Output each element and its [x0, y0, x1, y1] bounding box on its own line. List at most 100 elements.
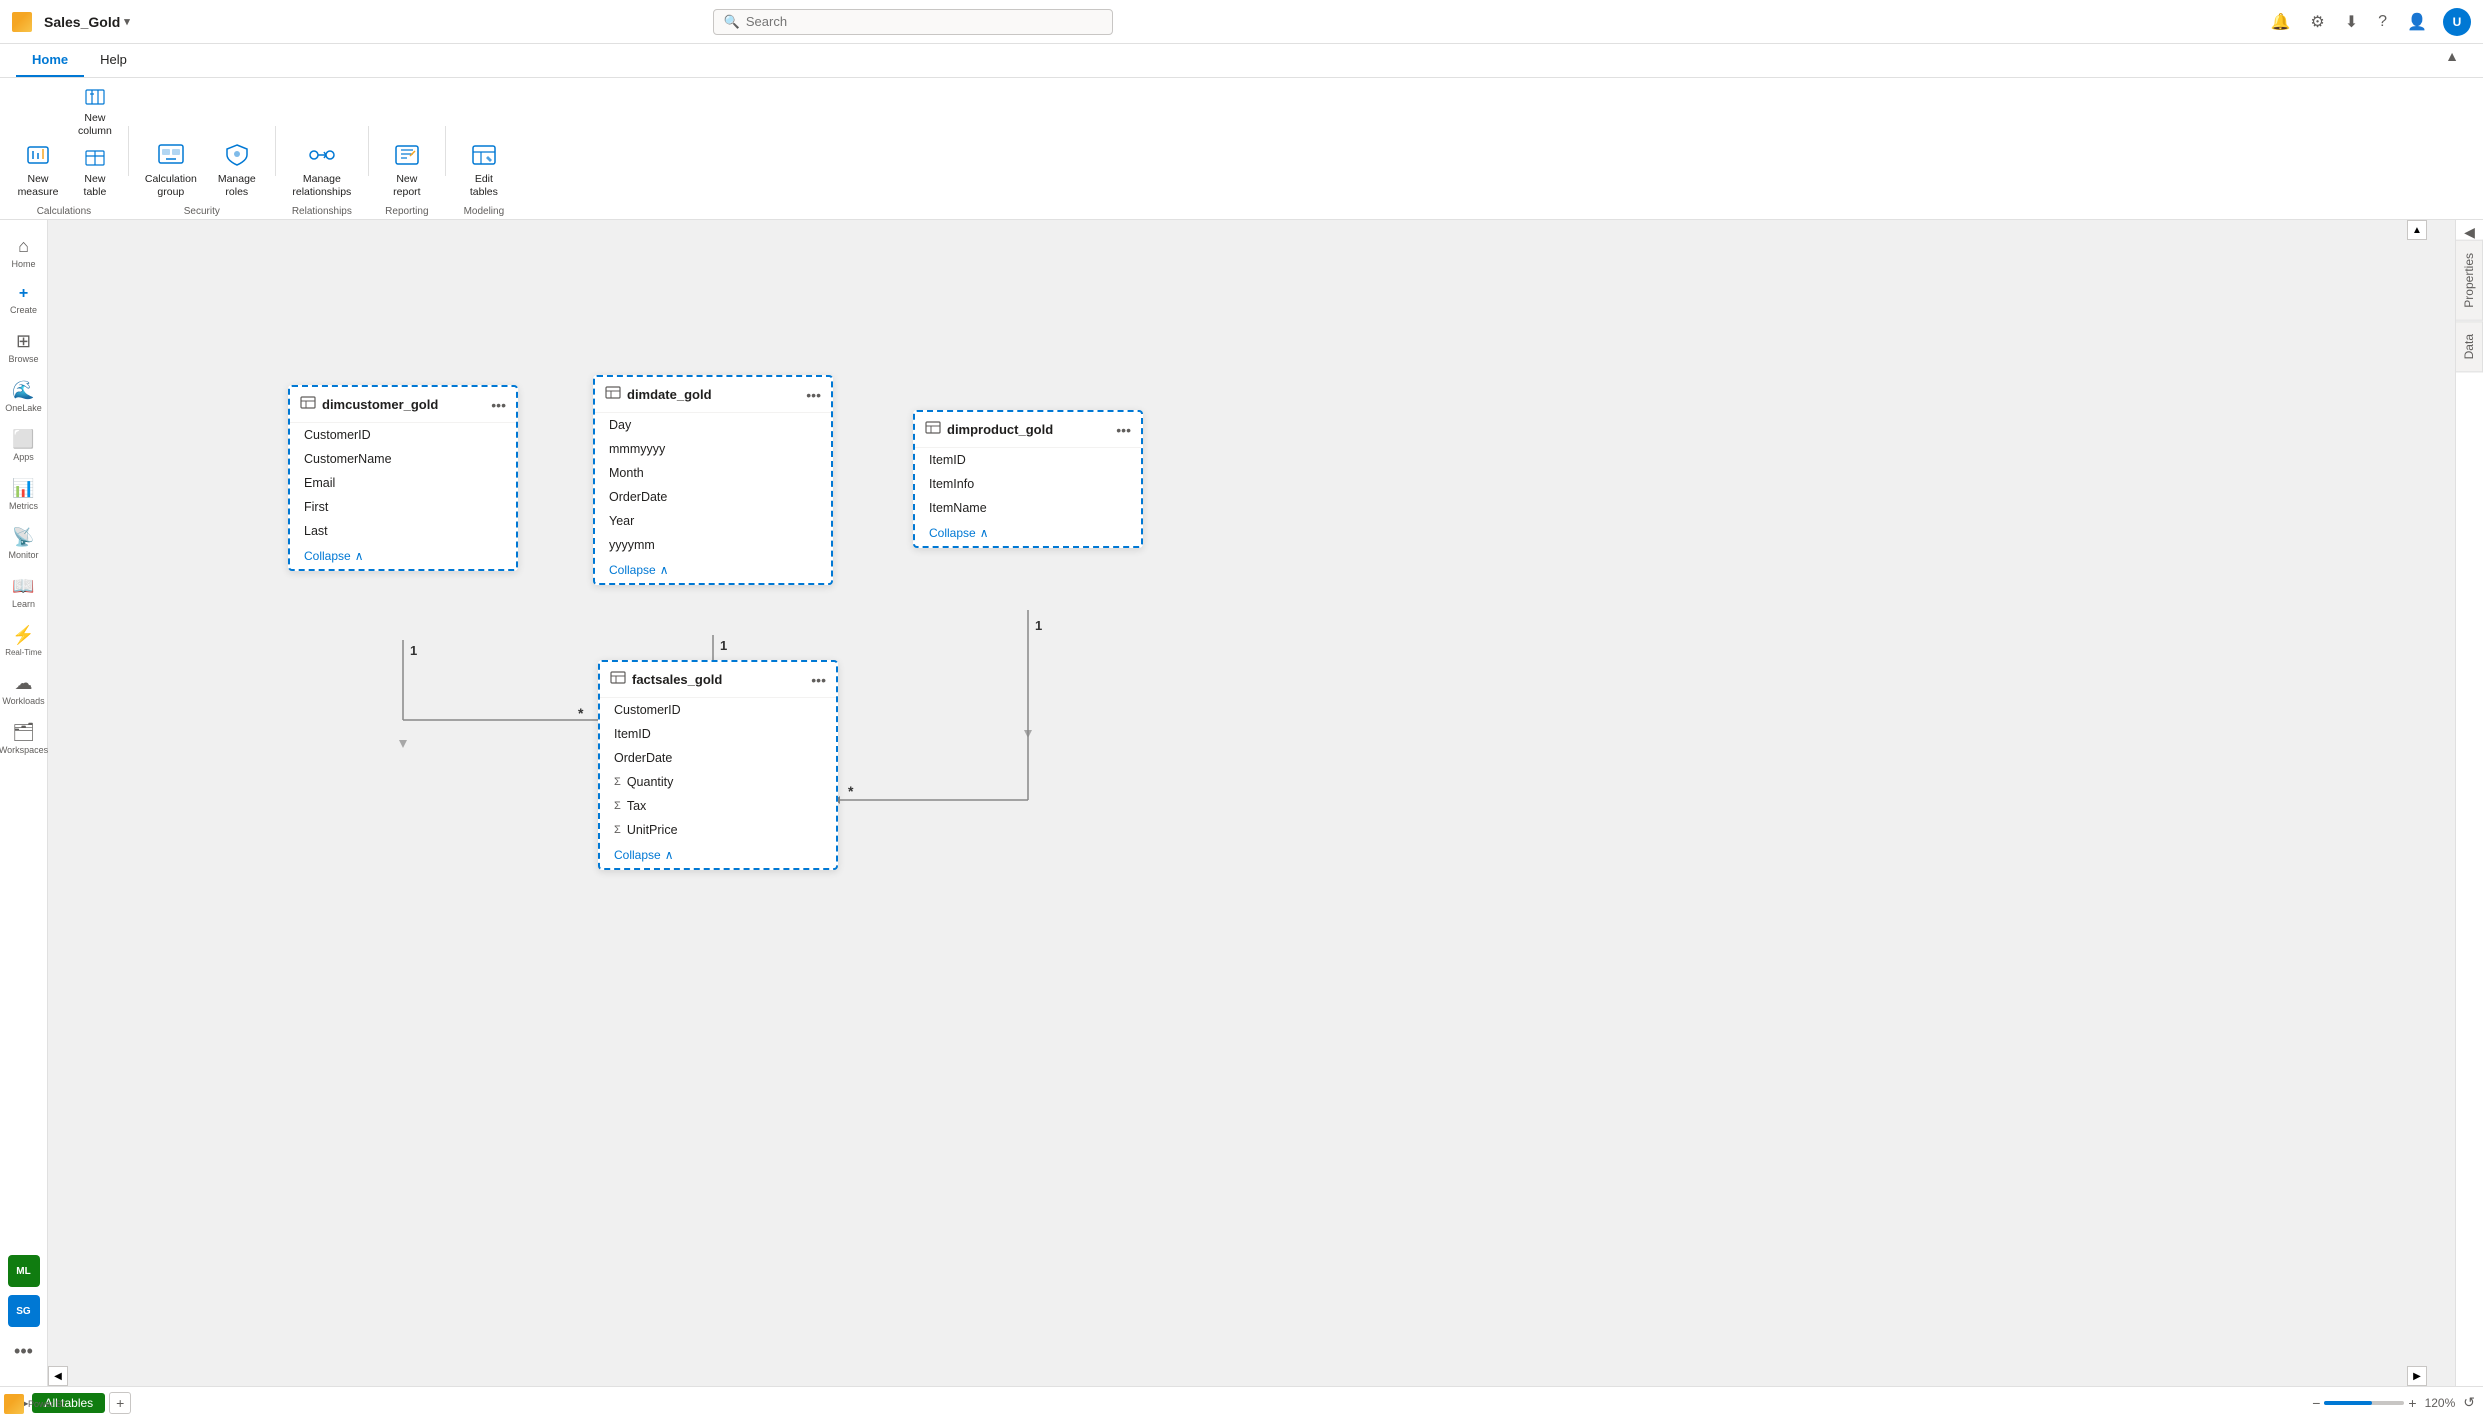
dimproduct-field-itemid: ItemID: [915, 448, 1141, 472]
new-measure-label: Newmeasure: [18, 173, 59, 198]
table-dimproduct: dimproduct_gold ••• ItemID ItemInfo Item…: [913, 410, 1143, 548]
dimproduct-title: dimproduct_gold: [947, 422, 1110, 437]
dimdate-field-yyyymm: yyyymm: [595, 533, 831, 557]
powerbi-icon: [12, 12, 32, 32]
factsales-header: factsales_gold •••: [600, 662, 836, 698]
canvas-scroll-right[interactable]: ▶: [2407, 1366, 2427, 1386]
sidebar-item-metrics[interactable]: 📊 Metrics: [0, 470, 47, 519]
realtime-icon: ⚡: [12, 625, 34, 646]
sidebar-item-workspaces[interactable]: 🗂 Workspaces: [0, 714, 47, 763]
new-col-table-group: Newcolumn Newtable: [70, 82, 120, 202]
chevron-icon: ▾: [124, 15, 130, 28]
table-dimdate: dimdate_gold ••• Day mmmyyyy Month Order…: [593, 375, 833, 585]
dimproduct-menu-button[interactable]: •••: [1116, 422, 1131, 438]
dimproduct-header: dimproduct_gold •••: [915, 412, 1141, 448]
sidebar-item-learn[interactable]: 📖 Learn: [0, 568, 47, 617]
monitor-icon: 📡: [12, 527, 34, 548]
dimdate-collapse-button[interactable]: Collapse ∧: [595, 557, 831, 583]
zoom-control: − +: [2312, 1395, 2416, 1411]
sidebar-item-workloads[interactable]: ☁ Workloads: [0, 665, 47, 714]
home-icon: ⌂: [18, 236, 29, 257]
svg-text:1: 1: [1035, 618, 1042, 633]
ribbon-group-reporting-items: Newreport: [377, 135, 437, 202]
calculation-group-icon: [155, 139, 187, 171]
user-avatar[interactable]: U: [2443, 8, 2471, 36]
ribbon-content: Newmeasure Newcolumn Newtable: [0, 78, 2483, 219]
topbar: Sales_Gold ▾ 🔍 🔔 ⚙ ⬇ ? 👤 U: [0, 0, 2483, 44]
factsales-collapse-icon: ∧: [665, 848, 674, 862]
dimcustomer-menu-button[interactable]: •••: [491, 397, 506, 413]
help-button[interactable]: ?: [2374, 9, 2391, 35]
tab-home[interactable]: Home: [16, 44, 84, 77]
factsales-collapse-button[interactable]: Collapse ∧: [600, 842, 836, 868]
dimproduct-collapse-button[interactable]: Collapse ∧: [915, 520, 1141, 546]
new-measure-button[interactable]: Newmeasure: [8, 135, 68, 202]
share-button[interactable]: 👤: [2403, 8, 2431, 36]
workspaces-label: Workspaces: [0, 745, 48, 755]
powerbi-bottom-logo: Power BI: [4, 1394, 65, 1414]
separator-1: [128, 126, 129, 176]
workspace-title[interactable]: Sales_Gold ▾: [44, 14, 130, 30]
dimdate-collapse-label: Collapse: [609, 563, 656, 577]
new-table-button[interactable]: Newtable: [70, 143, 120, 202]
manage-relationships-button[interactable]: Managerelationships: [284, 135, 359, 202]
add-tab-button[interactable]: +: [109, 1392, 131, 1414]
sidebar-item-monitor[interactable]: 📡 Monitor: [0, 519, 47, 568]
zoom-in-button[interactable]: +: [2408, 1395, 2416, 1411]
factsales-menu-button[interactable]: •••: [811, 672, 826, 688]
search-input[interactable]: [746, 14, 1102, 29]
zoom-slider[interactable]: [2324, 1401, 2404, 1405]
sum-icon-unitprice: Σ: [614, 824, 621, 836]
sidebar-item-home[interactable]: ⌂ Home: [0, 228, 47, 277]
search-icon: 🔍: [724, 14, 740, 30]
new-column-button[interactable]: Newcolumn: [70, 82, 120, 141]
dimproduct-collapse-icon: ∧: [980, 526, 989, 540]
canvas-scroll-left[interactable]: ◀: [48, 1366, 68, 1386]
ribbon-group-calculations-label: Calculations: [29, 204, 99, 219]
sidebar-bottom: ML SG •••: [6, 1253, 41, 1378]
medallion-lab-workspace[interactable]: ML: [8, 1255, 40, 1287]
dimproduct-field-itemname: ItemName: [915, 496, 1141, 520]
data-tab[interactable]: Data: [2456, 321, 2483, 372]
zoom-out-button[interactable]: −: [2312, 1395, 2320, 1411]
dimproduct-table-icon: [925, 420, 941, 439]
properties-tab[interactable]: Properties: [2456, 240, 2483, 321]
canvas-area[interactable]: 1 * 1 * 1 *: [48, 220, 2455, 1386]
reset-zoom-button[interactable]: ↺: [2463, 1394, 2475, 1411]
dimdate-menu-button[interactable]: •••: [806, 387, 821, 403]
manage-relationships-icon: [306, 139, 338, 171]
dimcustomer-collapse-button[interactable]: Collapse ∧: [290, 543, 516, 569]
dimdate-field-year: Year: [595, 509, 831, 533]
sidebar-item-onelake[interactable]: 🌊 OneLake: [0, 372, 47, 421]
powerbi-bottom-label: Power BI: [28, 1399, 65, 1409]
search-bar[interactable]: 🔍: [713, 9, 1113, 35]
dimdate-field-orderdate: OrderDate: [595, 485, 831, 509]
right-panel: ◀ Properties Data: [2455, 220, 2483, 1386]
sidebar: ⌂ Home + Create ⊞ Browse 🌊 OneLake ⬜ App…: [0, 220, 48, 1386]
zoom-level-label: 120%: [2425, 1396, 2456, 1410]
notification-button[interactable]: 🔔: [2266, 8, 2294, 36]
bottom-bar-right: − + 120% ↺: [2312, 1394, 2475, 1411]
topbar-icons: 🔔 ⚙ ⬇ ? 👤 U: [2266, 8, 2471, 36]
sidebar-more-button[interactable]: •••: [6, 1333, 41, 1370]
canvas-scroll-up[interactable]: ▲: [2407, 220, 2427, 240]
tab-help[interactable]: Help: [84, 44, 143, 77]
factsales-collapse-label: Collapse: [614, 848, 661, 862]
ribbon-group-modeling-items: Edittables: [454, 135, 514, 202]
ribbon-group-calculations: Newmeasure Newcolumn Newtable: [8, 82, 120, 219]
manage-roles-button[interactable]: Manageroles: [207, 135, 267, 202]
calculation-group-button[interactable]: Calculationgroup: [137, 135, 205, 202]
sales-gold-workspace[interactable]: SG: [8, 1295, 40, 1327]
new-report-button[interactable]: Newreport: [377, 135, 437, 202]
ribbon-group-modeling: Edittables Modeling: [454, 135, 514, 219]
sidebar-item-realtime[interactable]: ⚡ Real-Time: [0, 617, 47, 665]
settings-button[interactable]: ⚙: [2306, 8, 2328, 36]
ribbon-collapse-icon[interactable]: ▲: [2437, 44, 2467, 77]
sidebar-item-apps[interactable]: ⬜ Apps: [0, 421, 47, 470]
edit-tables-button[interactable]: Edittables: [454, 135, 514, 202]
download-button[interactable]: ⬇: [2341, 8, 2362, 36]
sidebar-item-browse[interactable]: ⊞ Browse: [0, 323, 47, 372]
edit-tables-icon: [468, 139, 500, 171]
workspace-name: Sales_Gold: [44, 14, 120, 30]
sidebar-item-create[interactable]: + Create: [0, 277, 47, 323]
